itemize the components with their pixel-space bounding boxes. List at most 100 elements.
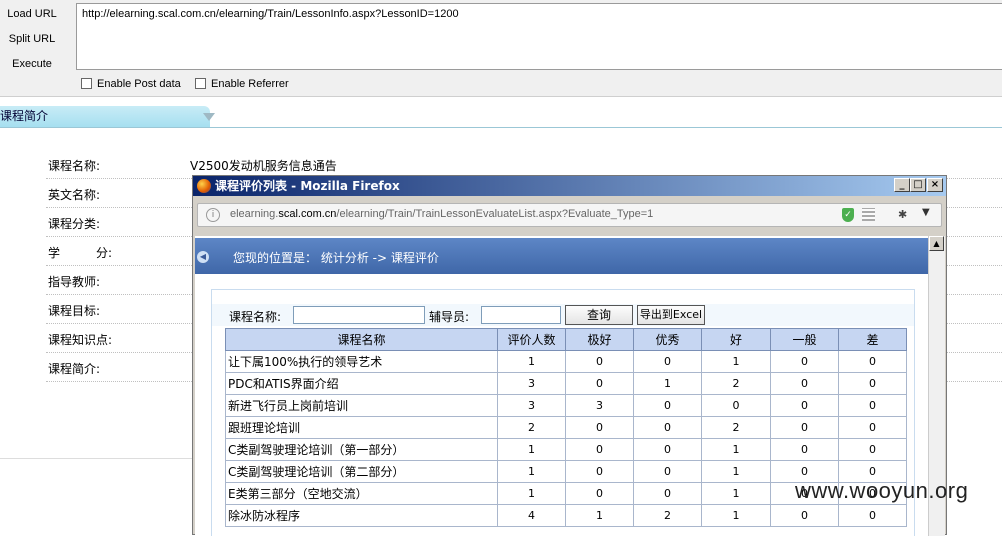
tutor-label: 辅导员:: [429, 310, 470, 324]
count-cell: 1: [633, 372, 702, 395]
count-cell: 1: [497, 482, 566, 505]
enable-post-checkbox[interactable]: Enable Post data: [81, 77, 181, 91]
count-cell: 0: [770, 438, 839, 461]
table-row: 除冰防冰程序 4 1 2 1 0 0: [225, 504, 907, 527]
column-header[interactable]: 极好: [565, 328, 634, 351]
maximize-icon[interactable]: □: [910, 178, 926, 192]
count-cell: 0: [633, 350, 702, 373]
location-bar: ◀ 您现的位置是： 统计分析 -> 课程评价: [195, 238, 928, 274]
load-url-button[interactable]: Load URL: [0, 3, 64, 25]
count-cell: 0: [633, 438, 702, 461]
count-cell: 3: [497, 372, 566, 395]
count-cell: 0: [565, 460, 634, 483]
count-cell: 3: [565, 394, 634, 417]
enable-referrer-checkbox[interactable]: Enable Referrer: [195, 77, 289, 91]
count-cell: 0: [838, 394, 907, 417]
info-icon[interactable]: i: [206, 208, 220, 222]
table-header-row: 课程名称 评价人数 极好 优秀 好 一般 差: [225, 328, 907, 351]
count-cell: 0: [838, 372, 907, 395]
field-label: 课程简介:: [48, 362, 101, 376]
hackbar-toolbar: Load URL Split URL Execute http://elearn…: [0, 0, 1002, 97]
minimize-icon[interactable]: _: [894, 178, 910, 192]
location-path: 统计分析 -> 课程评价: [320, 251, 439, 265]
field-label: 学 分:: [48, 246, 113, 260]
hackbar-url-input[interactable]: http://elearning.scal.com.cn/elearning/T…: [76, 3, 1002, 70]
count-cell: 0: [770, 372, 839, 395]
close-icon[interactable]: ×: [927, 178, 943, 192]
field-label: 指导教师:: [48, 275, 101, 289]
count-cell: 0: [565, 482, 634, 505]
count-cell: 0: [633, 416, 702, 439]
course-name-cell: 跟班理论培训: [225, 416, 498, 439]
count-cell: 0: [633, 394, 702, 417]
count-cell: 2: [701, 372, 771, 395]
count-cell: 1: [701, 350, 771, 373]
extension-icon[interactable]: ✱: [898, 208, 907, 221]
shield-icon[interactable]: ✓: [842, 208, 854, 222]
field-label: 课程知识点:: [48, 333, 113, 347]
column-header[interactable]: 差: [838, 328, 907, 351]
arrow-circle-icon: ◀: [197, 251, 209, 263]
course-name-input[interactable]: [293, 306, 425, 324]
execute-button[interactable]: Execute: [0, 53, 64, 75]
address-bar[interactable]: i elearning.scal.com.cn/elearning/Train/…: [197, 203, 942, 227]
count-cell: 1: [701, 504, 771, 527]
count-cell: 3: [497, 394, 566, 417]
location-prefix: 您现的位置是：: [233, 251, 318, 265]
course-name-cell: 新进飞行员上岗前培训: [225, 394, 498, 417]
count-cell: 2: [701, 416, 771, 439]
course-name-cell: 除冰防冰程序: [225, 504, 498, 527]
course-name-label: 课程名称:: [229, 310, 282, 324]
window-title: 课程评价列表 - Mozilla Firefox: [215, 179, 400, 193]
divider: [0, 458, 195, 459]
column-header[interactable]: 好: [701, 328, 771, 351]
field-label: 课程分类:: [48, 217, 101, 231]
location-breadcrumb: 您现的位置是： 统计分析 -> 课程评价: [233, 249, 439, 266]
url-prefix: elearning.: [230, 208, 279, 220]
export-excel-button[interactable]: 导出到Excel: [637, 305, 705, 325]
count-cell: 0: [838, 350, 907, 373]
column-header[interactable]: 课程名称: [225, 328, 498, 351]
course-name-cell: E类第三部分（空地交流）: [225, 482, 498, 505]
table-row: C类副驾驶理论培训（第一部分） 1 0 0 1 0 0: [225, 438, 907, 461]
column-header[interactable]: 优秀: [633, 328, 702, 351]
course-name-cell: C类副驾驶理论培训（第一部分）: [225, 438, 498, 461]
count-cell: 1: [565, 504, 634, 527]
query-button[interactable]: 查询: [565, 305, 633, 325]
count-cell: 0: [565, 416, 634, 439]
count-cell: 0: [633, 482, 702, 505]
column-header[interactable]: 一般: [770, 328, 839, 351]
count-cell: 0: [701, 394, 771, 417]
split-url-button[interactable]: Split URL: [0, 28, 64, 50]
column-header[interactable]: 评价人数: [497, 328, 566, 351]
course-name-cell: C类副驾驶理论培训（第二部分）: [225, 460, 498, 483]
field-label: 英文名称:: [48, 188, 101, 202]
course-name-cell: 让下属100%执行的领导艺术: [225, 350, 498, 373]
watermark-text: www.wooyun.org: [795, 478, 969, 503]
count-cell: 0: [770, 350, 839, 373]
course-name-cell: PDC和ATIS界面介绍: [225, 372, 498, 395]
firefox-logo-icon: [197, 179, 211, 193]
checkbox-box[interactable]: [195, 78, 206, 89]
table-row: 让下属100%执行的领导艺术 1 0 0 1 0 0: [225, 350, 907, 373]
address-url[interactable]: elearning.scal.com.cn/elearning/Train/Tr…: [230, 208, 653, 220]
count-cell: 2: [497, 416, 566, 439]
enable-referrer-label: Enable Referrer: [211, 78, 289, 90]
count-cell: 0: [633, 460, 702, 483]
count-cell: 0: [838, 416, 907, 439]
tutor-input[interactable]: [481, 306, 561, 324]
count-cell: 1: [701, 460, 771, 483]
course-intro-tab[interactable]: 课程简介: [0, 106, 210, 127]
qrcode-icon[interactable]: [862, 208, 875, 221]
count-cell: 2: [633, 504, 702, 527]
count-cell: 1: [701, 438, 771, 461]
count-cell: 0: [770, 416, 839, 439]
count-cell: 0: [770, 394, 839, 417]
checkbox-box[interactable]: [81, 78, 92, 89]
window-titlebar[interactable]: 课程评价列表 - Mozilla Firefox _ □ ×: [193, 176, 946, 196]
scroll-up-icon[interactable]: ▲: [929, 236, 944, 251]
menu-arrow-icon[interactable]: ▼: [922, 207, 930, 218]
table-row: 新进飞行员上岗前培训 3 3 0 0 0 0: [225, 394, 907, 417]
url-rest: /elearning/Train/TrainLessonEvaluateList…: [336, 208, 654, 220]
enable-post-label: Enable Post data: [97, 78, 181, 90]
